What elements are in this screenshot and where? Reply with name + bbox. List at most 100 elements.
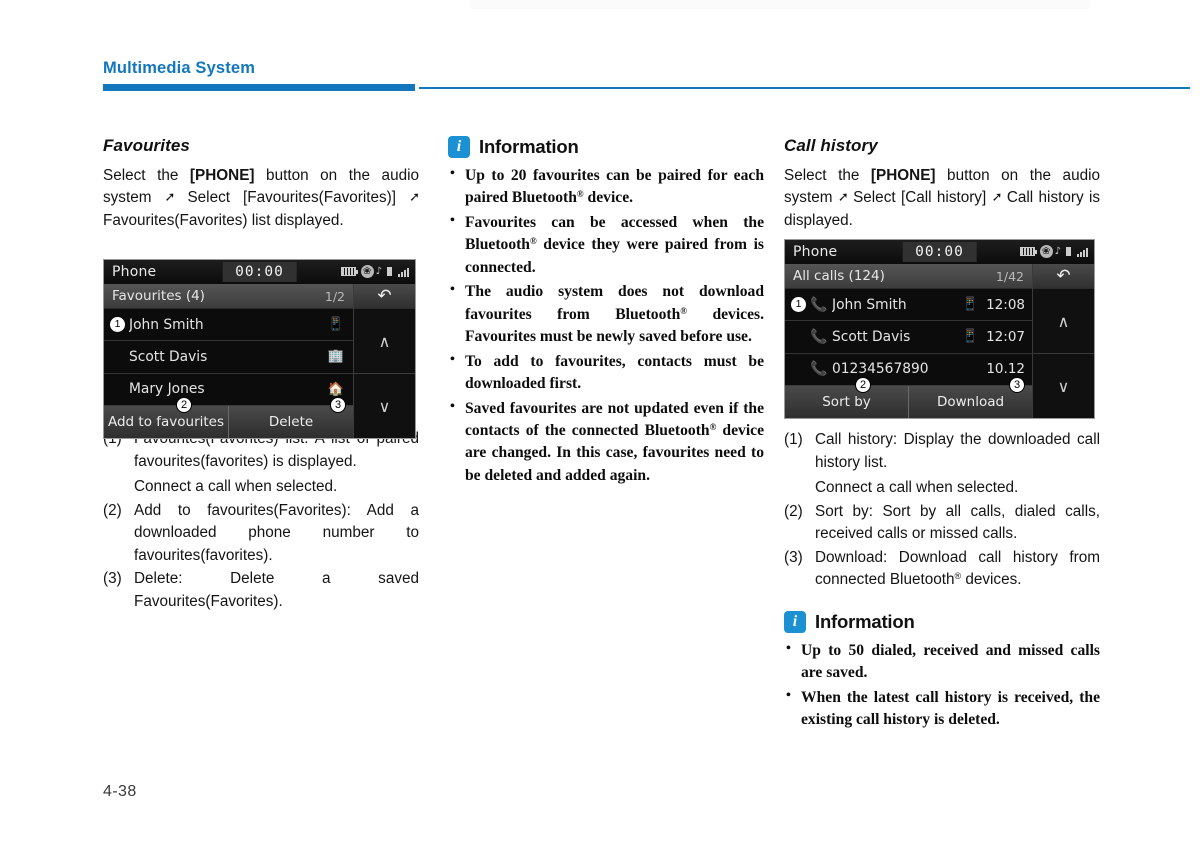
- intro-text-c: Select [Favourites(Favorites)]: [174, 189, 410, 207]
- scroll-up-icon[interactable]: ∧: [354, 309, 415, 374]
- back-arrow-icon[interactable]: ↶: [1033, 264, 1094, 289]
- information-title: Information: [479, 136, 579, 157]
- call-history-rows: 1 📞 John Smith 📱 12:08 📞 Scott Davis 📱 1…: [785, 289, 1032, 385]
- callout-2: 2: [855, 377, 871, 393]
- scroll-down-icon[interactable]: ∨: [354, 374, 415, 438]
- item-text-tail: devices.: [961, 571, 1022, 589]
- item-text: Sort by: Sort by all calls, dialed calls…: [815, 502, 1100, 543]
- list-item: Favourites can be accessed when the Blue…: [448, 211, 764, 279]
- arrow-icon: ➚: [409, 189, 420, 205]
- bluetooth-icon: ❀: [360, 265, 374, 278]
- intro-text-d: Favourites(Favorites) list displayed.: [103, 211, 344, 229]
- list-item: (2) Add to favourites(Favorites): Add a …: [103, 500, 419, 567]
- list-header-label: All calls (124): [793, 268, 885, 284]
- call-history-intro-paragraph: Select the [PHONE] button on the audio s…: [784, 165, 1100, 232]
- home-icon: 🏠: [327, 381, 345, 397]
- column-middle: i Information Up to 20 favourites can be…: [448, 136, 764, 489]
- music-note-icon: ♪: [375, 266, 382, 277]
- column-right: Call history Select the [PHONE] button o…: [784, 136, 1100, 734]
- list-item: Up to 20 favourites can be paired for ea…: [448, 164, 764, 210]
- item-marker: (1): [784, 431, 803, 449]
- information-heading: i Information: [448, 136, 764, 158]
- signal-strength-icon: [398, 267, 409, 277]
- list-header: All calls (124) 1/42: [785, 264, 1032, 289]
- add-to-favourites-button[interactable]: Add to favourites: [104, 406, 228, 438]
- list-item[interactable]: 📞 Scott Davis 📱 12:07: [785, 321, 1032, 354]
- contact-number: 01234567890: [832, 361, 929, 378]
- intro-text-a: Select the: [784, 167, 871, 184]
- registered-mark: ®: [680, 305, 687, 316]
- item-text: Download: Download call history from con…: [815, 548, 1100, 589]
- phone-signal-icon: [1066, 247, 1071, 256]
- section-title-favourites: Favourites: [103, 136, 190, 155]
- callout-1: 1: [791, 297, 806, 313]
- header-rule-thin: [419, 87, 1190, 89]
- information-bullet-list: Up to 20 favourites can be paired for ea…: [448, 164, 764, 488]
- favourites-screen-screenshot: Phone 00:00 ❀ ♪ Favourites (4) 1/2 1 Joh…: [103, 259, 416, 439]
- list-item[interactable]: 1 📞 John Smith 📱 12:08: [785, 289, 1032, 322]
- intro-text-c: Select [Call history]: [847, 189, 992, 207]
- arrow-icon: ➚: [991, 189, 1003, 205]
- list-header-label: Favourites (4): [112, 288, 205, 304]
- callout-1: 1: [110, 317, 125, 333]
- favourites-rows: 1 John Smith 📱 Scott Davis 🏢 Mary Jones …: [104, 309, 353, 405]
- scroll-up-icon[interactable]: ∧: [1033, 289, 1094, 354]
- contact-name: Mary Jones: [129, 381, 205, 398]
- item-marker: (2): [103, 501, 122, 519]
- bullet-text-tail: device.: [583, 189, 634, 207]
- list-item[interactable]: 1 John Smith 📱: [104, 309, 353, 342]
- list-item: (2) Sort by: Sort by all calls, dialed c…: [784, 501, 1100, 546]
- footer-buttons: Sort by Download: [785, 385, 1032, 418]
- status-bar-clock: 00:00: [222, 262, 297, 282]
- callout-2: 2: [176, 397, 192, 413]
- registered-mark: ®: [576, 189, 584, 200]
- music-note-icon: ♪: [1054, 246, 1061, 257]
- footer-buttons: Add to favourites Delete: [104, 405, 353, 438]
- list-column: Favourites (4) 1/2 1 John Smith 📱 Scott …: [104, 284, 353, 438]
- list-column: All calls (124) 1/42 1 📞 John Smith 📱 12…: [785, 264, 1032, 418]
- outgoing-call-icon: 📞: [810, 328, 828, 345]
- arrow-icon: ➚: [837, 189, 849, 205]
- item-subtext: Connect a call when selected.: [815, 479, 1019, 497]
- unknown-call-icon: 📞: [810, 361, 828, 378]
- signal-strength-icon: [1077, 247, 1088, 257]
- list-item: (1) Call history: Display the downloaded…: [784, 429, 1100, 499]
- page-indicator: 1/42: [995, 268, 1024, 284]
- list-item: (1) Favourites(Favorites) list: A list o…: [103, 428, 419, 498]
- screen-body: All calls (124) 1/42 1 📞 John Smith 📱 12…: [785, 264, 1094, 418]
- scroll-down-icon[interactable]: ∨: [1033, 354, 1094, 418]
- scan-artifact-strip: [470, 0, 1090, 9]
- list-item: Saved favourites are not updated even if…: [448, 397, 764, 488]
- list-item: The audio system does not download favou…: [448, 280, 764, 348]
- information-icon: i: [448, 136, 470, 158]
- list-item: (3) Delete: Delete a saved Favourites(Fa…: [103, 568, 419, 613]
- item-subtext: Connect a call when selected.: [134, 478, 338, 496]
- sort-by-button[interactable]: Sort by: [785, 386, 908, 418]
- item-text: Add to favourites(Favorites): Add a down…: [134, 501, 419, 564]
- list-item: To add to favourites, contacts must be d…: [448, 350, 764, 396]
- arrow-icon: ➚: [164, 189, 176, 205]
- back-arrow-icon[interactable]: ↶: [354, 284, 415, 309]
- battery-icon: [340, 267, 358, 276]
- list-item[interactable]: Scott Davis 🏢: [104, 341, 353, 374]
- call-time: 12:08: [986, 296, 1025, 313]
- office-building-icon: 🏢: [327, 349, 345, 365]
- callout-3: 3: [330, 397, 346, 413]
- item-marker: (2): [784, 502, 803, 520]
- favourites-numbered-list: (1) Favourites(Favorites) list: A list o…: [103, 428, 419, 613]
- mobile-phone-icon: 📱: [327, 317, 345, 333]
- list-item[interactable]: 📞 01234567890 10.12: [785, 353, 1032, 385]
- item-text: Delete: Delete a saved Favourites(Favori…: [134, 570, 419, 610]
- callout-3: 3: [1009, 377, 1025, 393]
- intro-text-a: Select the: [103, 167, 190, 184]
- status-bar-title: Phone: [112, 264, 157, 280]
- information-title: Information: [815, 610, 915, 632]
- list-header: Favourites (4) 1/2: [104, 284, 353, 309]
- call-history-screen-screenshot: Phone 00:00 ❀ ♪ All calls (124) 1/42 1 📞…: [784, 239, 1095, 419]
- item-text: Call history: Display the downloaded cal…: [815, 431, 1100, 471]
- list-item[interactable]: Mary Jones 🏠: [104, 373, 353, 405]
- list-item: When the latest call history is received…: [784, 686, 1100, 732]
- side-rail: ↶ ∧ ∨: [1032, 264, 1094, 418]
- call-time: 12:07: [986, 328, 1025, 345]
- list-item: Up to 50 dialed, received and missed cal…: [784, 639, 1100, 685]
